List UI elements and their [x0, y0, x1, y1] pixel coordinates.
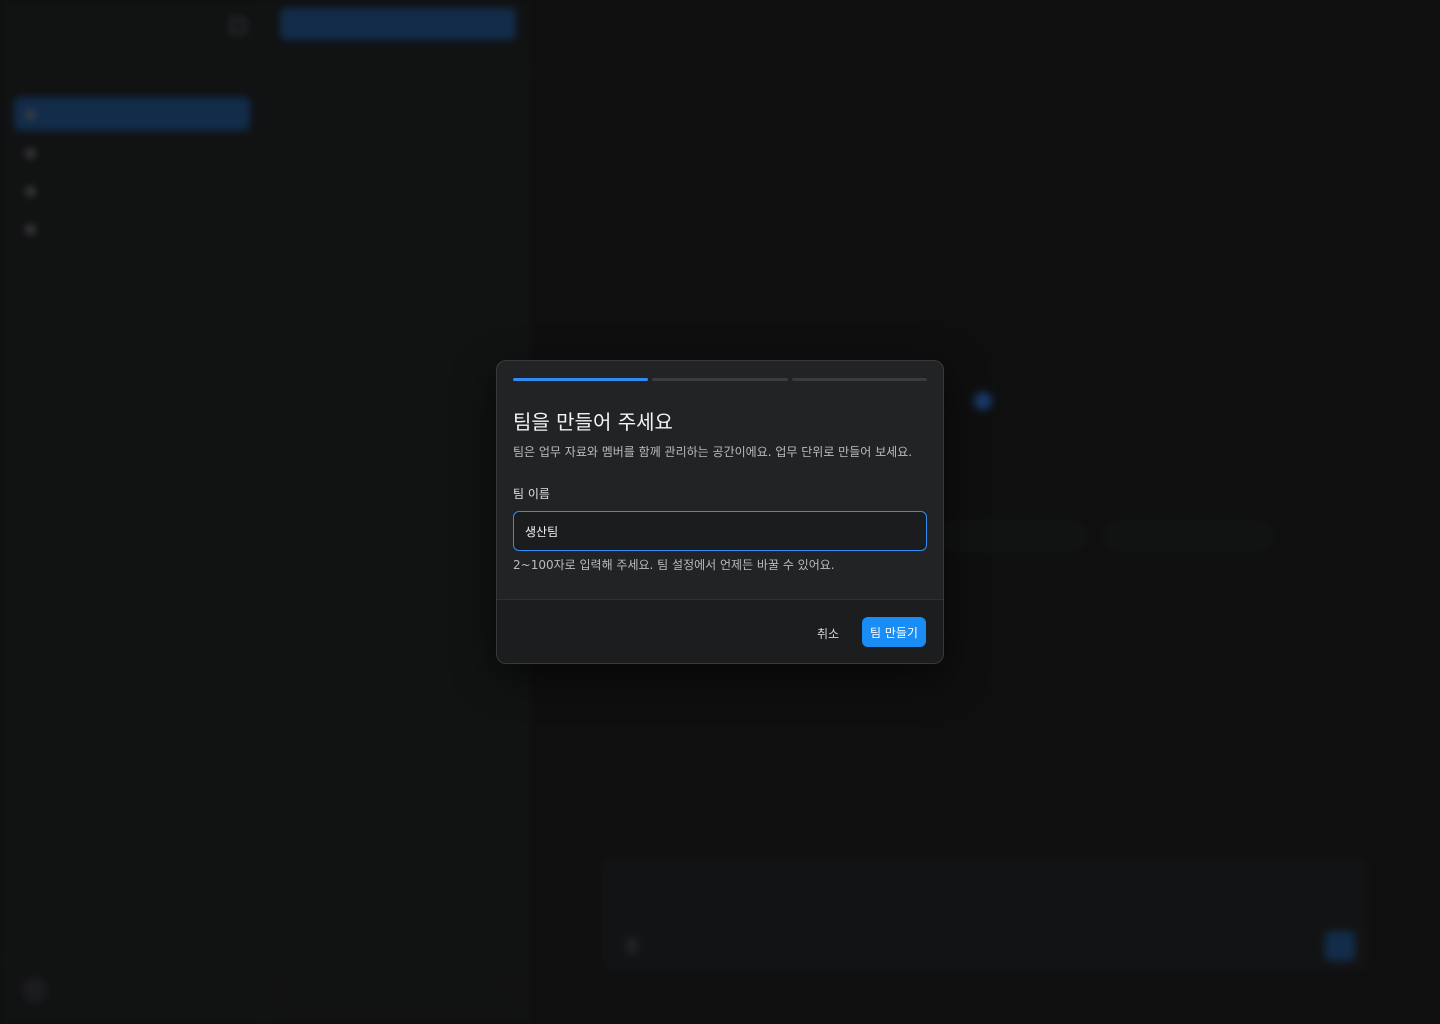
step-segment	[652, 378, 788, 381]
dialog-title: 팀을 만들어 주세요	[513, 410, 673, 434]
dialog-footer: 취소 팀 만들기	[497, 599, 943, 663]
cancel-button[interactable]: 취소	[807, 618, 849, 648]
dialog-description: 팀은 업무 자료와 멤버를 함께 관리하는 공간이에요. 업무 단위로 만들어 …	[513, 445, 913, 459]
create-team-button[interactable]: 팀 만들기	[862, 617, 926, 647]
step-progress	[513, 378, 927, 381]
create-team-dialog: 팀을 만들어 주세요 팀은 업무 자료와 멤버를 함께 관리하는 공간이에요. …	[496, 360, 944, 664]
team-name-label: 팀 이름	[513, 487, 550, 501]
team-name-input[interactable]	[513, 511, 927, 551]
step-segment	[513, 378, 649, 381]
step-segment	[791, 378, 927, 381]
team-name-help: 2~100자로 입력해 주세요. 팀 설정에서 언제든 바꿀 수 있어요.	[513, 558, 835, 572]
